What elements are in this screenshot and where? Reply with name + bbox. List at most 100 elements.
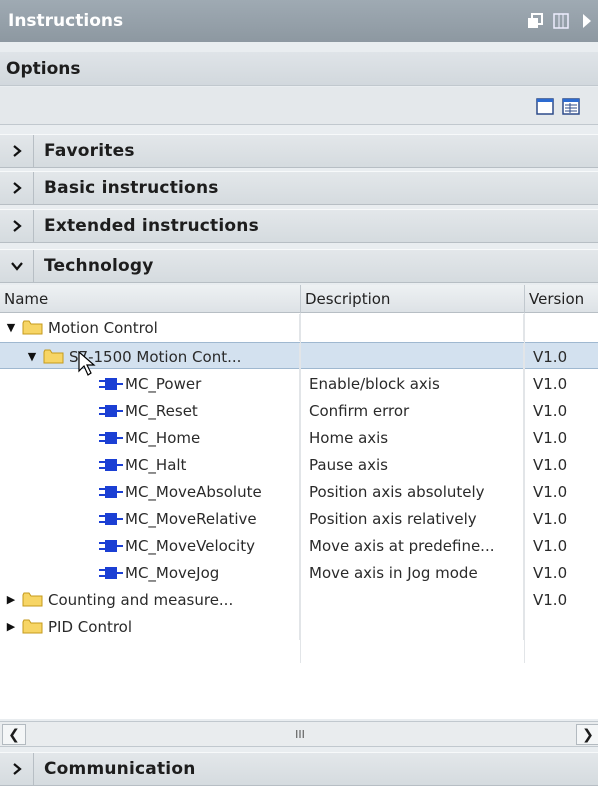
column-header-version[interactable]: Version — [525, 285, 598, 313]
scroll-grip: III — [295, 728, 305, 741]
row-description — [301, 613, 524, 640]
row-description: Pause axis — [301, 451, 524, 478]
section-favorites[interactable]: Favorites — [0, 134, 598, 168]
section-label: Communication — [44, 759, 196, 779]
instruction-block-icon — [99, 377, 123, 391]
section-communication[interactable]: Communication — [0, 752, 598, 786]
row-name: PID Control — [48, 617, 133, 636]
row-description — [301, 314, 524, 341]
row-version: V1.0 — [533, 590, 568, 609]
tree-row-pid-control[interactable]: ▶ PID Control — [0, 613, 598, 640]
tree-row-mc-power[interactable]: MC_Power Enable/block axis V1.0 — [0, 370, 598, 397]
folder-icon — [22, 619, 43, 634]
row-version: V1.0 — [533, 536, 568, 555]
instruction-block-icon — [99, 431, 123, 445]
window-view-icon[interactable] — [536, 98, 554, 115]
row-version: V1.0 — [533, 401, 568, 420]
section-label: Extended instructions — [44, 216, 259, 236]
row-name: MC_Halt — [125, 455, 187, 474]
section-basic-instructions[interactable]: Basic instructions — [0, 171, 598, 205]
row-name: MC_MoveRelative — [125, 509, 257, 528]
row-name: MC_Home — [125, 428, 201, 447]
row-version: V1.0 — [533, 374, 568, 393]
row-version: V1.0 — [533, 509, 568, 528]
scroll-thumb[interactable]: III — [30, 724, 570, 745]
chevron-right-icon — [0, 135, 34, 167]
expanded-arrow-icon[interactable]: ▼ — [25, 350, 39, 363]
row-version — [525, 613, 598, 640]
options-header[interactable]: Options — [0, 52, 598, 86]
column-header-name[interactable]: Name — [0, 285, 301, 313]
row-name: MC_Power — [125, 374, 202, 393]
section-label: Favorites — [44, 141, 135, 161]
tree-row-motion-control[interactable]: ▼ Motion Control — [0, 314, 598, 341]
row-name: Counting and measure... — [48, 590, 234, 609]
folder-icon — [22, 320, 43, 335]
scroll-right-button[interactable]: ❯ — [576, 724, 598, 745]
tree-row-mc-home[interactable]: MC_Home Home axis V1.0 — [0, 424, 598, 451]
row-description — [301, 343, 524, 370]
row-name: MC_MoveJog — [125, 563, 220, 582]
instruction-block-icon — [99, 539, 123, 553]
columns-icon[interactable] — [552, 12, 570, 30]
instruction-block-icon — [99, 485, 123, 499]
row-name: Motion Control — [48, 318, 158, 337]
column-header-description[interactable]: Description — [301, 285, 525, 313]
row-version: V1.0 — [533, 482, 568, 501]
row-version: V1.0 — [533, 428, 568, 447]
instruction-block-icon — [99, 566, 123, 580]
instructions-tree-table: Name Description Version ▼ Motion Contro… — [0, 285, 598, 719]
float-window-icon[interactable] — [526, 12, 544, 30]
options-toolbar — [0, 87, 598, 125]
tree-row-mc-reset[interactable]: MC_Reset Confirm error V1.0 — [0, 397, 598, 424]
row-description: Confirm error — [301, 397, 524, 424]
row-version: V1.0 — [533, 563, 568, 582]
tree-row-s7-1500-motion[interactable]: ▼ S7-1500 Motion Cont... V1.0 — [0, 342, 598, 376]
column-divider — [524, 313, 525, 663]
tree-row-mc-movejog[interactable]: MC_MoveJog Move axis in Jog mode V1.0 — [0, 559, 598, 586]
instruction-block-icon — [99, 512, 123, 526]
tree-row-mc-movevelocity[interactable]: MC_MoveVelocity Move axis at predefine..… — [0, 532, 598, 559]
horizontal-scrollbar[interactable]: ❮ III ❯ — [0, 721, 598, 747]
section-label: Technology — [44, 256, 154, 276]
row-version — [525, 314, 598, 341]
row-description: Enable/block axis — [301, 370, 524, 397]
section-extended-instructions[interactable]: Extended instructions — [0, 209, 598, 243]
row-name: MC_Reset — [125, 401, 198, 420]
row-version: V1.0 — [533, 455, 568, 474]
collapsed-arrow-icon[interactable]: ▶ — [4, 593, 18, 606]
row-version: V1.0 — [533, 347, 568, 366]
instruction-block-icon — [99, 404, 123, 418]
row-description: Move axis at predefine... — [301, 532, 524, 559]
chevron-right-icon — [0, 753, 34, 785]
tree-row-counting-and-measure[interactable]: ▶ Counting and measure... V1.0 — [0, 586, 598, 613]
chevron-right-icon — [0, 172, 34, 204]
chevron-right-icon — [0, 210, 34, 242]
tree-row-mc-halt[interactable]: MC_Halt Pause axis V1.0 — [0, 451, 598, 478]
row-description: Move axis in Jog mode — [301, 559, 524, 586]
table-header: Name Description Version — [0, 285, 598, 313]
row-description: Position axis relatively — [301, 505, 524, 532]
folder-icon — [43, 349, 64, 364]
row-description: Position axis absolutely — [301, 478, 524, 505]
section-label: Basic instructions — [44, 178, 219, 198]
tree-row-mc-moverelative[interactable]: MC_MoveRelative Position axis relatively… — [0, 505, 598, 532]
chevron-down-icon — [0, 250, 34, 282]
list-view-icon[interactable] — [562, 98, 580, 115]
instruction-block-icon — [99, 458, 123, 472]
panel-title: Instructions — [8, 11, 124, 31]
folder-icon — [22, 592, 43, 607]
row-description — [301, 586, 524, 613]
row-description: Home axis — [301, 424, 524, 451]
tree-row-mc-moveabsolute[interactable]: MC_MoveAbsolute Position axis absolutely… — [0, 478, 598, 505]
collapse-arrow-icon[interactable] — [578, 12, 596, 30]
expanded-arrow-icon[interactable]: ▼ — [4, 321, 18, 334]
section-technology[interactable]: Technology — [0, 249, 598, 283]
scroll-left-button[interactable]: ❮ — [2, 724, 26, 745]
collapsed-arrow-icon[interactable]: ▶ — [4, 620, 18, 633]
row-name: MC_MoveVelocity — [125, 536, 255, 555]
row-name: MC_MoveAbsolute — [125, 482, 262, 501]
column-divider — [300, 313, 301, 663]
panel-title-bar: Instructions — [0, 0, 598, 42]
options-label: Options — [6, 58, 81, 79]
